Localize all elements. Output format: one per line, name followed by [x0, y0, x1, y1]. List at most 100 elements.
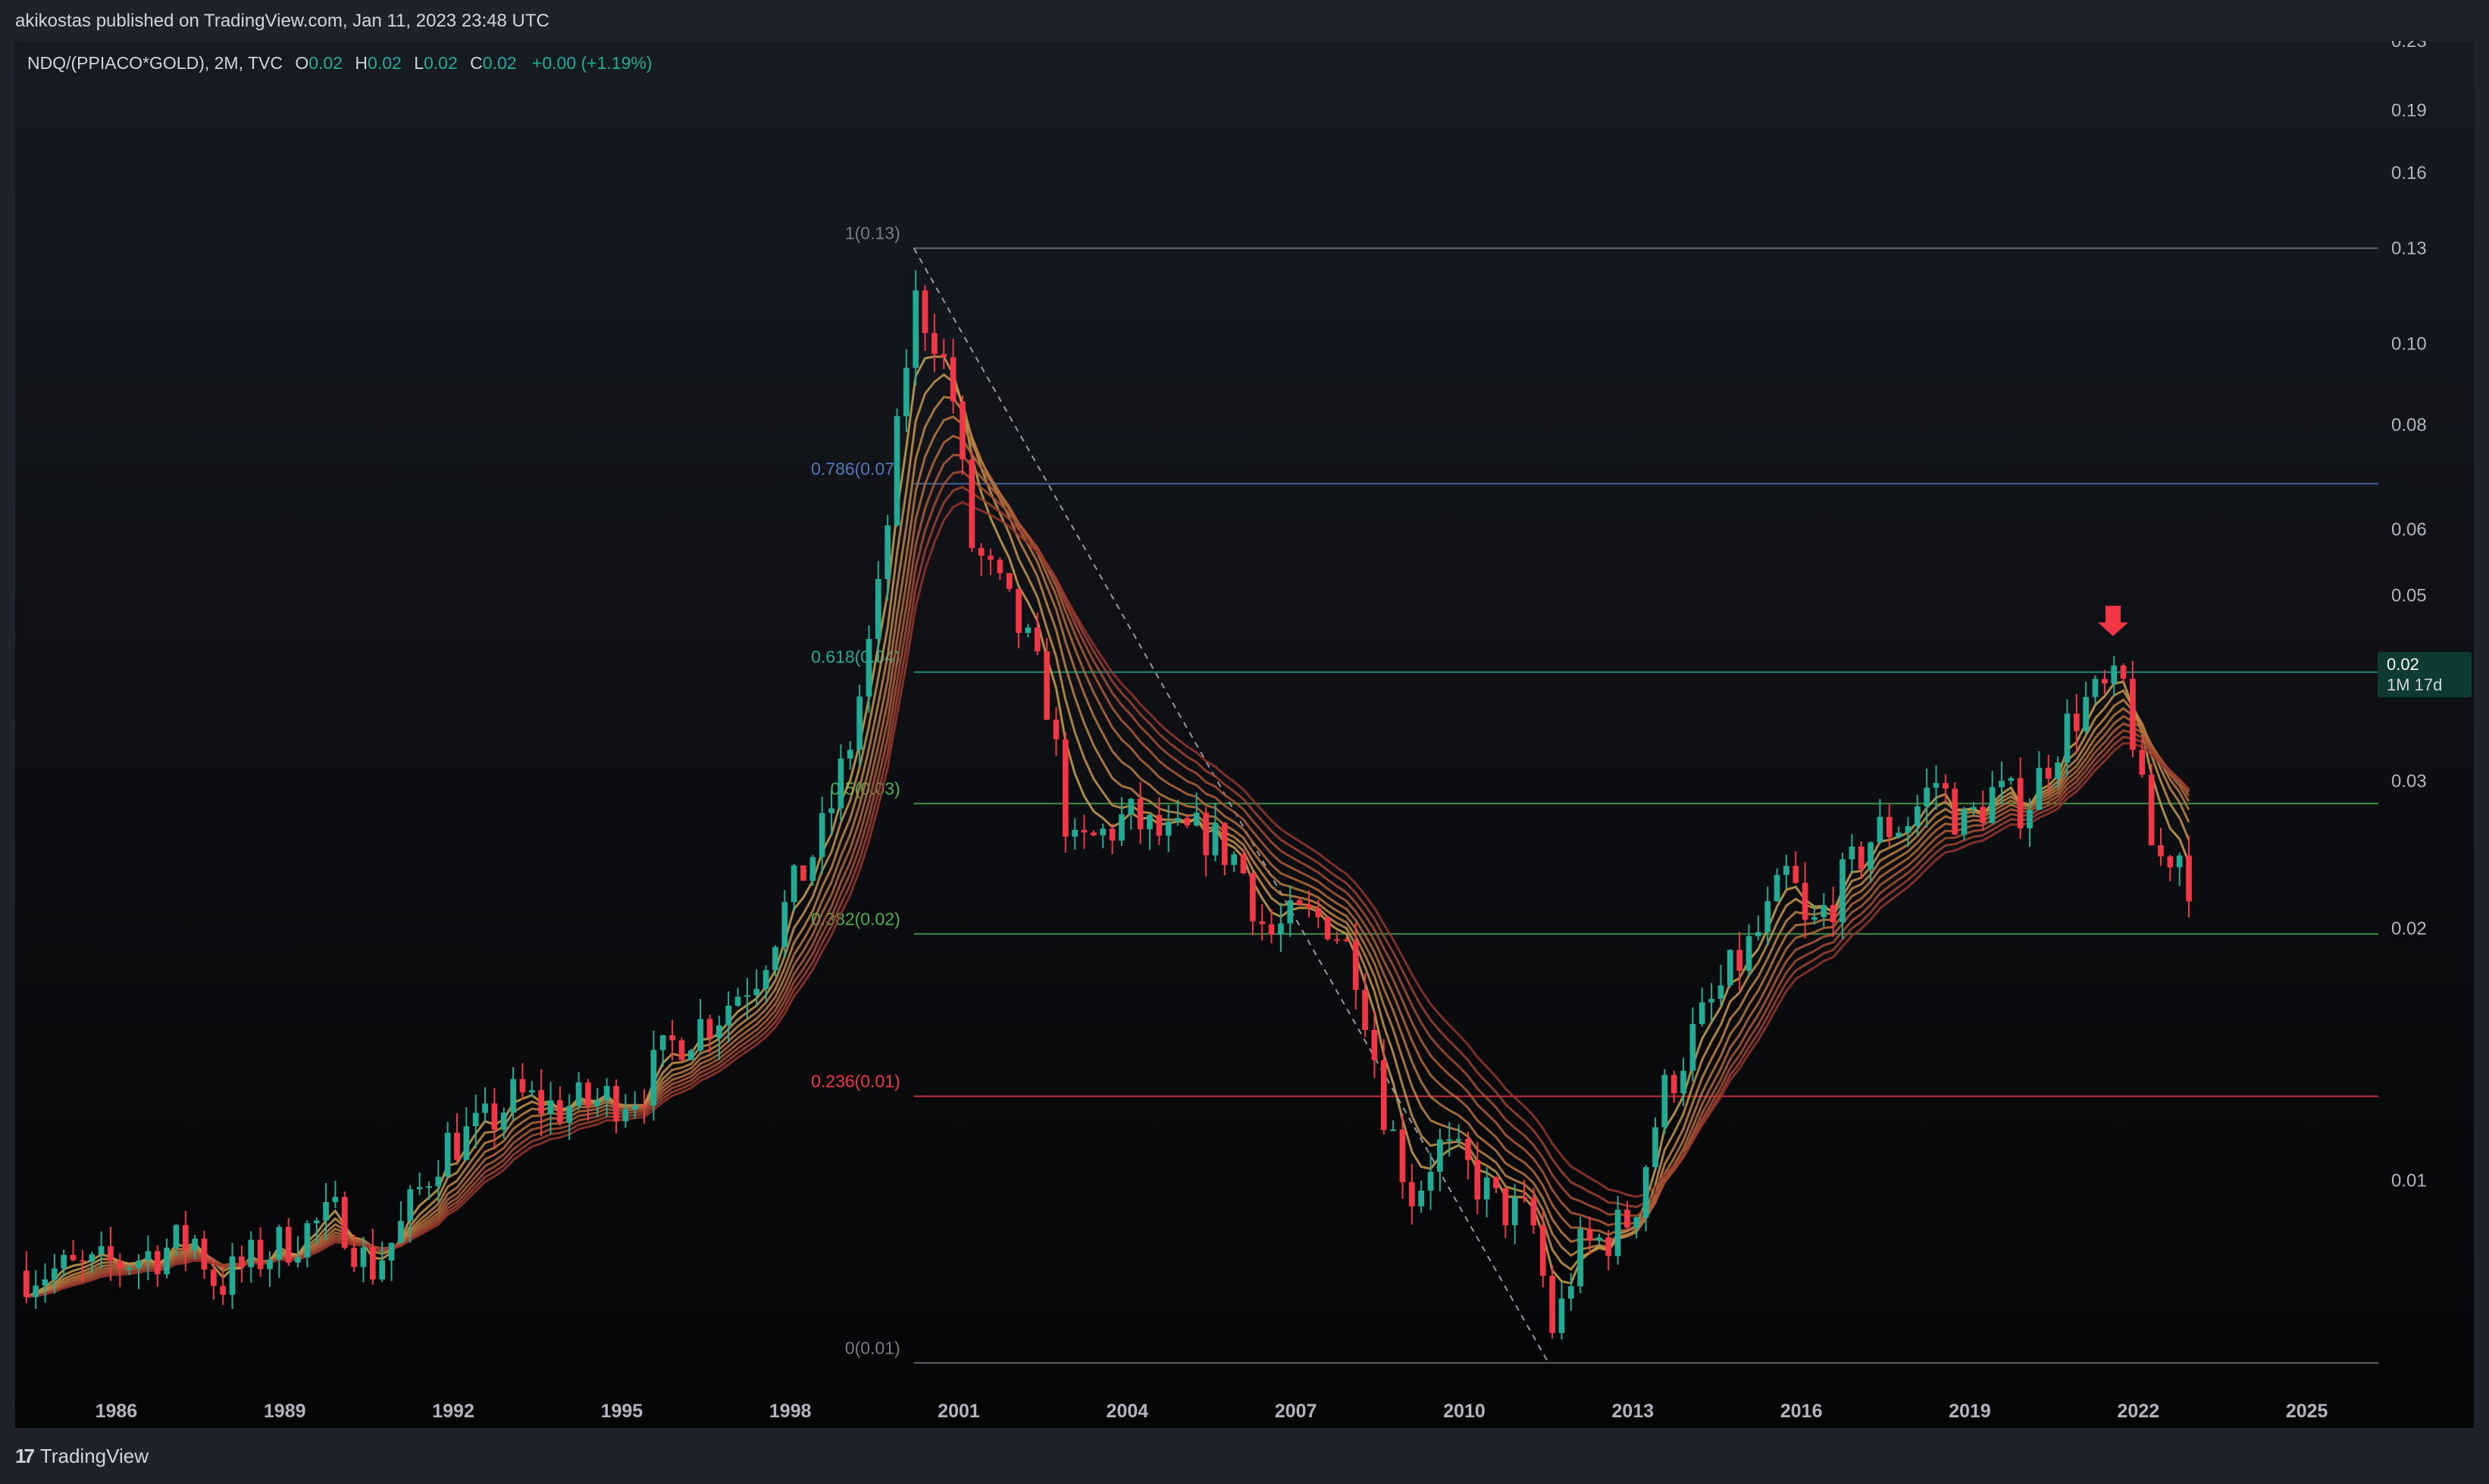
candle-body [716, 1025, 722, 1038]
y-tick-label: 0.10 [2391, 333, 2427, 354]
candle-body [1278, 923, 1284, 935]
tradingview-logo[interactable]: 17 TradingView [15, 1445, 149, 1468]
candle-body [1886, 816, 1893, 837]
candle-body [969, 459, 975, 549]
candle [2167, 854, 2174, 881]
candle [2186, 836, 2192, 918]
candle-body [2036, 768, 2043, 810]
candle-body [211, 1270, 217, 1286]
candle [1109, 823, 1116, 855]
candle-body [1924, 787, 1930, 807]
candle-body [2167, 856, 2174, 868]
candle-body [1025, 627, 1032, 634]
candle [1324, 916, 1331, 941]
footer-bar: 17 TradingView [0, 1428, 2489, 1484]
candle [1081, 815, 1088, 849]
candle-body [1521, 1197, 1527, 1199]
candle-body [1334, 939, 1340, 941]
chart-area[interactable]: 1(0.13) 0.786(0.07) 0.618(0.04) 0.5(0.03) 0.… [15, 41, 2474, 1428]
candle [2008, 776, 2015, 785]
candle [1156, 797, 1163, 845]
candle-body [950, 357, 956, 402]
candle-body [1717, 985, 1724, 999]
candle-body [1034, 627, 1041, 652]
candle-body [2045, 768, 2052, 779]
candle-body [1240, 854, 1247, 874]
candle-body [988, 556, 994, 560]
candle-body [1455, 1138, 1462, 1141]
candle-body [2027, 809, 2033, 828]
candle-body [744, 994, 750, 997]
candle-body [687, 1050, 694, 1060]
candle-body [1680, 1070, 1686, 1094]
candle-body [1652, 1127, 1658, 1167]
candle [809, 855, 816, 886]
candle-body [585, 1082, 591, 1106]
candle [1278, 903, 1284, 952]
candle-body [1109, 828, 1116, 841]
candle-body [1072, 829, 1079, 837]
candle-body [1100, 828, 1107, 836]
candle-body [762, 969, 769, 989]
candle-body [435, 1176, 442, 1187]
candle-body [997, 559, 1003, 574]
candle [1849, 834, 1855, 873]
x-tick-label: 2019 [1949, 1401, 1991, 1422]
candle [1063, 732, 1069, 853]
candle [519, 1063, 526, 1100]
candle [791, 863, 797, 912]
y-tick-label: 0.23 [2391, 41, 2427, 52]
candle-body [1324, 917, 1331, 940]
y-tick-label: 0.16 [2391, 163, 2427, 183]
candle-body [650, 1050, 657, 1106]
candle-body [1971, 806, 1977, 809]
candle-body [1849, 846, 1855, 859]
candle-body [622, 1109, 629, 1122]
candle [388, 1242, 395, 1282]
candle [528, 1081, 535, 1097]
candle [1016, 588, 1022, 649]
candle-body [2008, 778, 2015, 781]
candle [1802, 862, 1808, 939]
candle-body [1137, 799, 1144, 830]
y-tick-label: 0.05 [2391, 586, 2427, 606]
candle [463, 1107, 470, 1161]
candle-body [528, 1090, 535, 1093]
candle [201, 1230, 208, 1279]
candle-body [913, 290, 919, 368]
candle-body [313, 1220, 320, 1224]
candle-body [1221, 822, 1228, 866]
candle [482, 1087, 488, 1122]
candle-body [472, 1113, 479, 1127]
candle [1652, 1117, 1658, 1169]
candle-body [875, 579, 881, 640]
candle-body [1727, 950, 1733, 986]
candle-body [1399, 1129, 1406, 1182]
candle-body [1250, 873, 1256, 922]
candle-body [1147, 815, 1153, 830]
candle-body [444, 1132, 451, 1177]
candle-body [482, 1103, 488, 1113]
candle [2092, 675, 2099, 705]
candle-body [89, 1254, 95, 1262]
candle [229, 1242, 236, 1309]
ema-ribbon-line [26, 396, 2190, 1298]
candle [1877, 799, 1883, 844]
candle-body [257, 1239, 264, 1270]
candle [1072, 818, 1079, 850]
open-value: 0.02 [308, 53, 343, 73]
last-price-badge: 0.02 1M 17d [2378, 652, 2472, 697]
candle-body [894, 416, 900, 526]
candle-body [98, 1246, 105, 1254]
price-chart[interactable]: 1(0.13)0.786(0.07)0.618(0.04)0.5(0.03)0.… [15, 41, 2474, 1428]
candle-body [2083, 697, 2089, 731]
candle-body [1530, 1198, 1537, 1226]
candle [2017, 757, 2024, 839]
candle-body [1577, 1229, 1584, 1287]
candle-body [1539, 1225, 1546, 1276]
candle-body [1549, 1276, 1555, 1333]
candle-body [491, 1103, 498, 1130]
candle [1764, 886, 1771, 945]
tradingview-brand: TradingView [39, 1445, 149, 1467]
candle-body [1774, 875, 1780, 902]
